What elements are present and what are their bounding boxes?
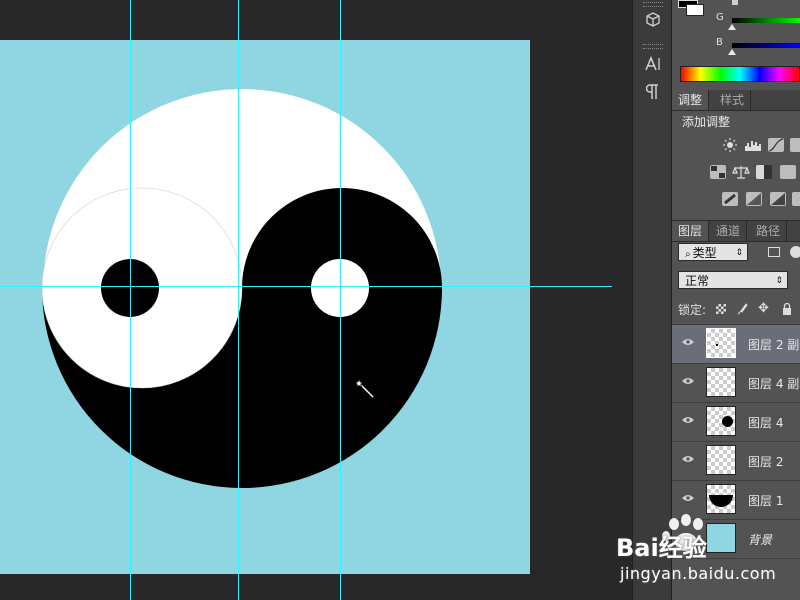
- color-balance-icon[interactable]: [732, 165, 750, 179]
- blend-mode-value: 正常: [685, 274, 710, 288]
- exposure-icon[interactable]: [790, 138, 800, 152]
- posterize-icon[interactable]: [746, 192, 762, 206]
- guide-vertical-2[interactable]: [238, 0, 239, 600]
- tab-channels[interactable]: 通道: [710, 221, 748, 241]
- tab-layers[interactable]: 图层: [672, 221, 710, 241]
- eye-icon[interactable]: [682, 455, 694, 463]
- slider-g-track[interactable]: [732, 18, 800, 23]
- color-spectrum-bar[interactable]: [680, 66, 800, 82]
- strip-grip[interactable]: [643, 2, 663, 7]
- chevron-updown-icon: ⇕: [775, 276, 783, 286]
- watermark-url: jingyan.baidu.com: [620, 564, 777, 583]
- magic-wand-cursor-icon: [354, 378, 375, 399]
- slider-b-label: B: [716, 37, 723, 48]
- document-workspace[interactable]: [0, 0, 632, 600]
- blend-mode-dropdown[interactable]: 正常 ⇕: [678, 271, 788, 289]
- adjustments-tabbar: 调整 样式: [672, 90, 800, 111]
- character-icon[interactable]: [639, 52, 667, 76]
- invert-icon[interactable]: [722, 192, 738, 206]
- swap-colors-icon[interactable]: [732, 0, 738, 5]
- layer-thumbnail: [706, 445, 736, 475]
- slider-b: B: [672, 37, 800, 55]
- tab-paths[interactable]: 路径: [750, 221, 788, 241]
- layer-name[interactable]: 图层 1: [748, 492, 783, 509]
- layer-row[interactable]: 图层 4: [672, 403, 800, 442]
- layer-thumbnail: [706, 367, 736, 397]
- layer-row[interactable]: 图层 2 副本: [672, 325, 800, 364]
- chevron-updown-icon: ⇕: [735, 248, 743, 258]
- layer-row[interactable]: 图层 2: [672, 442, 800, 481]
- eye-icon[interactable]: [682, 416, 694, 424]
- photo-filter-icon[interactable]: [780, 165, 796, 179]
- adjustments-title: 添加调整: [682, 115, 731, 129]
- guide-vertical-1[interactable]: [130, 0, 131, 600]
- brightness-icon[interactable]: [722, 138, 738, 152]
- layer-name[interactable]: 图层 4: [748, 414, 783, 431]
- layer-row[interactable]: 图层 4 副本: [672, 364, 800, 403]
- filter-image-icon[interactable]: [768, 247, 780, 257]
- layers-tabbar: 图层 通道 路径: [672, 220, 800, 242]
- paragraph-icon[interactable]: [639, 80, 667, 104]
- lock-move-icon[interactable]: ✥: [758, 302, 772, 316]
- layer-name[interactable]: 图层 2 副本: [748, 336, 800, 353]
- watermark-brand: Bai经验: [616, 534, 707, 562]
- slider-b-thumb[interactable]: [728, 49, 736, 55]
- layer-filter-label: 类型: [692, 246, 717, 260]
- layer-thumbnail: [706, 328, 736, 358]
- color-panel: G B: [672, 0, 800, 90]
- tab-styles[interactable]: 样式: [714, 90, 752, 110]
- eye-icon[interactable]: [682, 377, 694, 385]
- layer-name[interactable]: 图层 4 副本: [748, 375, 800, 392]
- eye-icon[interactable]: [682, 338, 694, 346]
- slider-b-track[interactable]: [732, 43, 800, 48]
- slider-g-label: G: [716, 12, 724, 23]
- guide-horizontal[interactable]: [0, 286, 612, 287]
- slider-g: G: [672, 12, 800, 30]
- layer-filter-dropdown[interactable]: ⌕ 类型 ⇕: [678, 243, 748, 261]
- layer-thumbnail: [706, 406, 736, 436]
- slider-g-thumb[interactable]: [728, 24, 736, 30]
- filter-search-icon: ⌕: [685, 249, 691, 260]
- layer-name[interactable]: 图层 2: [748, 453, 783, 470]
- curves-icon[interactable]: [768, 138, 784, 152]
- eye-icon[interactable]: [682, 494, 694, 502]
- lock-paint-icon[interactable]: [736, 303, 748, 315]
- layer-thumbnail: [706, 484, 736, 514]
- levels-icon[interactable]: [744, 138, 761, 152]
- lock-label: 锁定:: [678, 303, 707, 317]
- 3d-icon[interactable]: [639, 8, 667, 32]
- lock-all-icon[interactable]: [782, 302, 792, 315]
- panel-icon-strip: [632, 0, 672, 600]
- selective-color-icon[interactable]: [792, 192, 800, 206]
- yin-yang-artwork[interactable]: [42, 88, 442, 488]
- bw-icon[interactable]: [756, 165, 772, 179]
- strip-grip-2[interactable]: [643, 44, 663, 49]
- tab-adjustments[interactable]: 调整: [672, 90, 710, 110]
- gradient-map-icon[interactable]: [770, 192, 786, 206]
- lock-transparent-icon[interactable]: [716, 304, 726, 314]
- filter-adjust-icon[interactable]: [790, 246, 800, 258]
- right-panels: G B 调整 样式 添加调整 图层 通道 路径 ⌕ 类型 ⇕ 正常 ⇕ 锁定: …: [672, 0, 800, 600]
- vibrance-icon[interactable]: [710, 165, 726, 179]
- guide-vertical-3[interactable]: [340, 0, 341, 600]
- lock-row: 锁定: ✥: [678, 301, 800, 317]
